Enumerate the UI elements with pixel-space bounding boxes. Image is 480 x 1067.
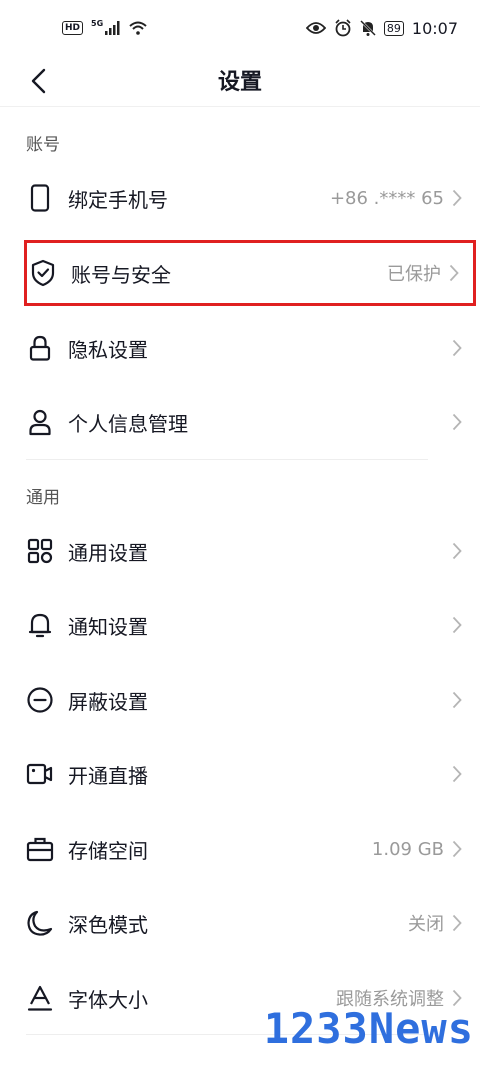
person-icon <box>26 408 54 436</box>
bell-icon <box>26 611 54 639</box>
chevron-right-icon <box>450 764 464 784</box>
row-label: 深色模式 <box>68 912 148 937</box>
clock: 10:07 <box>411 18 458 38</box>
network-type: 5G <box>91 18 104 28</box>
hd-badge: HD <box>62 21 84 35</box>
row-label: 通用设置 <box>68 540 148 565</box>
shield-check-icon <box>29 259 57 287</box>
chevron-right-icon <box>450 839 464 859</box>
font-icon <box>26 984 54 1012</box>
row-notification-settings[interactable]: 通知设置 <box>18 597 464 653</box>
row-value: +86 .**** 65 <box>329 187 444 209</box>
section-divider <box>26 459 428 460</box>
section-header-general: 通用 <box>26 488 60 508</box>
row-label: 个人信息管理 <box>68 411 188 436</box>
row-account-security[interactable]: 账号与安全 已保护 <box>24 240 476 306</box>
chevron-right-icon <box>450 913 464 933</box>
row-dark-mode[interactable]: 深色模式 关闭 <box>18 895 464 951</box>
row-block-settings[interactable]: 屏蔽设置 <box>18 672 464 728</box>
chevron-right-icon <box>450 412 464 432</box>
row-label: 存储空间 <box>68 838 148 863</box>
briefcase-icon <box>26 835 54 863</box>
row-label: 绑定手机号 <box>68 187 168 212</box>
status-right: 89 10:07 <box>305 18 458 38</box>
row-value: 1.09 GB <box>371 838 444 860</box>
watermark-logo: 1233News <box>263 1004 474 1053</box>
chevron-right-icon <box>450 338 464 358</box>
video-icon <box>26 760 54 788</box>
battery-indicator: 89 <box>383 20 404 36</box>
mute-bell-icon <box>360 20 376 36</box>
chevron-right-icon <box>450 615 464 635</box>
row-general-settings[interactable]: 通用设置 <box>18 523 464 579</box>
phone-icon <box>26 184 54 212</box>
section-header-account: 账号 <box>26 135 60 155</box>
grid-icon <box>26 537 54 565</box>
row-value: 已保护 <box>387 264 441 285</box>
moon-icon <box>26 909 54 937</box>
row-value: 关闭 <box>408 914 444 935</box>
row-live-stream[interactable]: 开通直播 <box>18 746 464 802</box>
lock-icon <box>26 334 54 362</box>
row-label: 开通直播 <box>68 763 148 788</box>
chevron-right-icon <box>450 690 464 710</box>
row-storage[interactable]: 存储空间 1.09 GB <box>18 821 464 877</box>
eye-icon <box>305 22 326 34</box>
status-bar: HD 5G 89 10:07 <box>0 0 480 56</box>
row-label: 通知设置 <box>68 614 148 639</box>
signal-icon <box>105 21 120 35</box>
block-icon <box>26 686 54 714</box>
row-privacy[interactable]: 隐私设置 <box>18 320 464 376</box>
row-label: 屏蔽设置 <box>68 689 148 714</box>
page-title: 设置 <box>217 70 262 95</box>
row-personal-info[interactable]: 个人信息管理 <box>18 394 464 450</box>
chevron-right-icon <box>447 263 461 283</box>
alarm-icon <box>335 19 351 37</box>
status-left: HD 5G <box>62 18 147 35</box>
row-bind-phone[interactable]: 绑定手机号 +86 .**** 65 <box>18 170 464 226</box>
row-label: 账号与安全 <box>71 262 171 287</box>
nav-bar: 设置 <box>0 56 480 107</box>
chevron-right-icon <box>450 188 464 208</box>
row-label: 隐私设置 <box>68 337 148 362</box>
chevron-right-icon <box>450 541 464 561</box>
wifi-icon <box>129 21 147 35</box>
